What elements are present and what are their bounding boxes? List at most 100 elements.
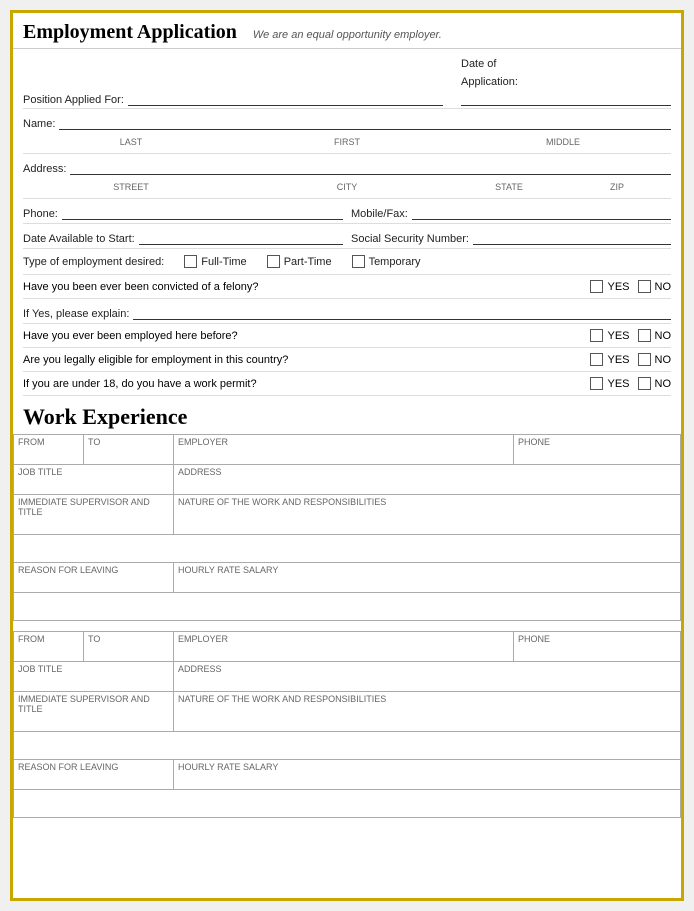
work-permit-no-checkbox[interactable] xyxy=(638,377,651,390)
work-experience-title: Work Experience xyxy=(13,396,681,434)
position-input-line[interactable] xyxy=(128,90,443,106)
phone-label-1: PHONE xyxy=(518,437,550,447)
felony-yes-label: YES xyxy=(607,281,629,293)
felony-yn-options: YES NO xyxy=(590,280,671,293)
explain-input-line[interactable] xyxy=(133,304,671,320)
name-field-section: Name: LAST FIRST MIDDLE xyxy=(23,109,671,154)
phone-row: Phone: Mobile/Fax: xyxy=(23,199,671,224)
eligible-question: Are you legally eligible for employment … xyxy=(23,354,590,366)
employed-here-no-label: NO xyxy=(655,330,672,342)
to-label-1: TO xyxy=(88,437,100,447)
to-header-1: TO xyxy=(84,435,174,465)
fulltime-checkbox[interactable] xyxy=(184,255,197,268)
work-permit-no[interactable]: NO xyxy=(638,377,672,390)
job-title-label-2: JOB TITLE xyxy=(18,664,62,674)
temporary-option[interactable]: Temporary xyxy=(352,255,421,268)
reason-label-1: Reason for Leaving xyxy=(18,565,118,575)
name-input-line[interactable] xyxy=(59,114,671,130)
job-title-cell-1: JOB TITLE xyxy=(14,465,174,495)
eligible-yes-label: YES xyxy=(607,354,629,366)
mobile-field: Mobile/Fax: xyxy=(351,204,671,220)
we-row-empty-1 xyxy=(14,535,681,563)
to-label-2: TO xyxy=(88,634,100,644)
street-sublabel: STREET xyxy=(113,182,149,192)
work-permit-yes[interactable]: YES xyxy=(590,377,629,390)
employed-here-no-checkbox[interactable] xyxy=(638,329,651,342)
equal-opportunity-text: We are an equal opportunity employer. xyxy=(253,29,442,41)
work-permit-yes-label: YES xyxy=(607,378,629,390)
position-field: Position Applied For: xyxy=(23,54,443,106)
we-row-supervisor-2: Immediate supervisor and title Nature of… xyxy=(14,692,681,732)
fulltime-option[interactable]: Full-Time xyxy=(184,255,246,268)
date-application-field: Date of Application: xyxy=(451,54,671,106)
to-header-2: TO xyxy=(84,632,174,662)
name-label: Name: xyxy=(23,118,55,130)
felony-yes-checkbox[interactable] xyxy=(590,280,603,293)
empty-cell-1 xyxy=(14,535,681,563)
job-title-label-1: JOB TITLE xyxy=(18,467,62,477)
address-input-line[interactable] xyxy=(70,159,671,175)
work-experience-table-2: FROM TO EMPLOYER PHONE JOB TITLE ADDRESS xyxy=(13,631,681,818)
employed-here-yes-checkbox[interactable] xyxy=(590,329,603,342)
middle-sublabel: MIDDLE xyxy=(546,137,580,147)
temporary-checkbox[interactable] xyxy=(352,255,365,268)
from-header-2: FROM xyxy=(14,632,84,662)
eligible-no-checkbox[interactable] xyxy=(638,353,651,366)
mobile-input-line[interactable] xyxy=(412,204,671,220)
from-label-1: FROM xyxy=(18,437,45,447)
work-permit-row: If you are under 18, do you have a work … xyxy=(23,372,671,396)
parttime-option[interactable]: Part-Time xyxy=(267,255,332,268)
address-field-section: Address: STREET CITY STATE ZIP xyxy=(23,154,671,199)
eligible-row: Are you legally eligible for employment … xyxy=(23,348,671,372)
work-table-2: FROM TO EMPLOYER PHONE JOB TITLE ADDRESS xyxy=(13,631,681,818)
felony-no[interactable]: NO xyxy=(638,280,672,293)
employed-here-yes[interactable]: YES xyxy=(590,329,629,342)
empty-cell2-1 xyxy=(14,593,681,621)
work-permit-question: If you are under 18, do you have a work … xyxy=(23,378,590,390)
from-header-1: FROM xyxy=(14,435,84,465)
work-permit-no-label: NO xyxy=(655,378,672,390)
we-row-jobtitle-2: JOB TITLE ADDRESS xyxy=(14,662,681,692)
eligible-yes-checkbox[interactable] xyxy=(590,353,603,366)
reason-cell-2: Reason for Leaving xyxy=(14,760,174,790)
date-avail-label: Date Available to Start: xyxy=(23,233,135,245)
supervisor-label-1: Immediate supervisor and title xyxy=(18,497,150,517)
employment-type-row: Type of employment desired: Full-Time Pa… xyxy=(23,249,671,275)
felony-yes[interactable]: YES xyxy=(590,280,629,293)
date-avail-input-line[interactable] xyxy=(139,229,343,245)
position-label: Position Applied For: xyxy=(23,94,124,106)
employed-here-yes-label: YES xyxy=(607,330,629,342)
nature-label-2: Nature of the work and responsibilities xyxy=(178,694,386,704)
employed-here-row: Have you ever been employed here before?… xyxy=(23,324,671,348)
page-title: Employment Application xyxy=(23,21,237,44)
employed-here-no[interactable]: NO xyxy=(638,329,672,342)
date-input-line[interactable] xyxy=(461,90,671,106)
date-ssn-row: Date Available to Start: Social Security… xyxy=(23,224,671,249)
nature-cell-1: Nature of the work and responsibilities xyxy=(174,495,681,535)
hourly-cell-1: Hourly Rate Salary xyxy=(174,563,681,593)
explain-label: If Yes, please explain: xyxy=(23,308,129,320)
parttime-checkbox[interactable] xyxy=(267,255,280,268)
page-header: Employment Application We are an equal o… xyxy=(13,13,681,49)
employer-header-1: EMPLOYER xyxy=(174,435,514,465)
nature-cell-2: Nature of the work and responsibilities xyxy=(174,692,681,732)
first-sublabel: FIRST xyxy=(334,137,360,147)
nature-label-1: Nature of the work and responsibilities xyxy=(178,497,386,507)
employed-here-yn: YES NO xyxy=(590,329,671,342)
eligible-yes[interactable]: YES xyxy=(590,353,629,366)
phone-input-line[interactable] xyxy=(62,204,343,220)
phone-field: Phone: xyxy=(23,204,343,220)
eligible-no[interactable]: NO xyxy=(638,353,672,366)
reason-label-2: Reason for Leaving xyxy=(18,762,118,772)
work-permit-yes-checkbox[interactable] xyxy=(590,377,603,390)
parttime-label: Part-Time xyxy=(284,256,332,268)
felony-no-checkbox[interactable] xyxy=(638,280,651,293)
city-sublabel: CITY xyxy=(337,182,358,192)
address-label: Address: xyxy=(23,163,66,175)
we-row-header-1: FROM TO EMPLOYER PHONE xyxy=(14,435,681,465)
ssn-input-line[interactable] xyxy=(473,229,671,245)
ssn-label: Social Security Number: xyxy=(351,233,469,245)
work-permit-yn: YES NO xyxy=(590,377,671,390)
eligible-yn: YES NO xyxy=(590,353,671,366)
we-row-reason-2: Reason for Leaving Hourly Rate Salary xyxy=(14,760,681,790)
